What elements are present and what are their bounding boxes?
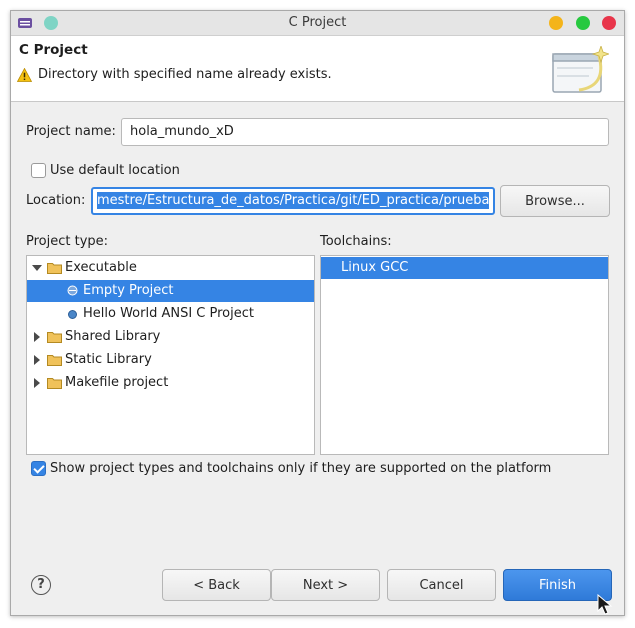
wizard-banner-icon (552, 46, 609, 93)
tree-item-label: Executable (65, 260, 137, 275)
maximize-button[interactable] (576, 16, 590, 30)
mouse-pointer-icon (597, 594, 613, 615)
folder-icon (47, 355, 62, 366)
tree-item-shared-library[interactable]: Shared Library (27, 326, 314, 348)
toolchains-label: Toolchains: (320, 234, 392, 249)
minimize-button[interactable] (549, 16, 563, 30)
tree-item-label: Makefile project (65, 375, 169, 390)
folder-icon (47, 263, 62, 274)
tree-item-label: Static Library (65, 352, 152, 367)
location-label: Location: (26, 193, 86, 208)
page-title: C Project (19, 42, 88, 58)
tree-item-label: Empty Project (83, 283, 174, 298)
c-project-dialog: C Project C Project Directory with speci… (10, 10, 625, 616)
tree-item-label: Shared Library (65, 329, 161, 344)
wizard-banner: C Project Directory with specified name … (11, 36, 624, 102)
project-type-label: Project type: (26, 234, 109, 249)
project-name-input[interactable]: hola_mundo_xD (121, 118, 609, 146)
next-button[interactable]: Next > (271, 569, 380, 601)
folder-icon (47, 332, 62, 343)
toolchain-item-linux-gcc[interactable]: Linux GCC (321, 257, 608, 279)
project-template-icon (67, 285, 78, 296)
error-message-row: Directory with specified name already ex… (17, 67, 332, 82)
warning-icon (17, 67, 32, 82)
window-title: C Project (288, 15, 347, 30)
tree-item-executable[interactable]: Executable (27, 257, 314, 279)
tree-item-label: Hello World ANSI C Project (83, 306, 254, 321)
show-supported-only-checkbox[interactable] (31, 461, 46, 476)
use-default-location-label: Use default location (50, 163, 180, 178)
tree-item-static-library[interactable]: Static Library (27, 349, 314, 371)
expand-arrow-icon[interactable] (32, 265, 42, 271)
project-template-icon (68, 310, 77, 319)
expand-arrow-icon[interactable] (34, 378, 40, 388)
cancel-button[interactable]: Cancel (387, 569, 496, 601)
folder-icon (47, 378, 62, 389)
location-value: mestre/Estructura_de_datos/Practica/git/… (97, 192, 490, 209)
project-name-label: Project name: (26, 124, 116, 139)
tree-item-hello-world[interactable]: Hello World ANSI C Project (27, 303, 314, 325)
use-default-location-checkbox[interactable] (31, 163, 46, 178)
back-button[interactable]: < Back (162, 569, 271, 601)
tree-item-empty-project[interactable]: Empty Project (27, 280, 314, 302)
toolchain-item-label: Linux GCC (341, 260, 409, 275)
browse-button[interactable]: Browse... (500, 185, 610, 217)
error-message: Directory with specified name already ex… (38, 67, 332, 82)
help-icon[interactable]: ? (31, 575, 51, 595)
close-button[interactable] (602, 16, 616, 30)
tree-item-makefile-project[interactable]: Makefile project (27, 372, 314, 394)
project-type-tree[interactable]: Executable Empty Project Hello World ANS… (26, 255, 315, 455)
show-supported-only-label: Show project types and toolchains only i… (50, 461, 552, 476)
toolchains-list[interactable]: Linux GCC (320, 255, 609, 455)
finish-button[interactable]: Finish (503, 569, 612, 601)
title-bar: C Project (11, 11, 624, 36)
expand-arrow-icon[interactable] (34, 355, 40, 365)
location-input[interactable]: mestre/Estructura_de_datos/Practica/git/… (91, 187, 495, 215)
expand-arrow-icon[interactable] (34, 332, 40, 342)
